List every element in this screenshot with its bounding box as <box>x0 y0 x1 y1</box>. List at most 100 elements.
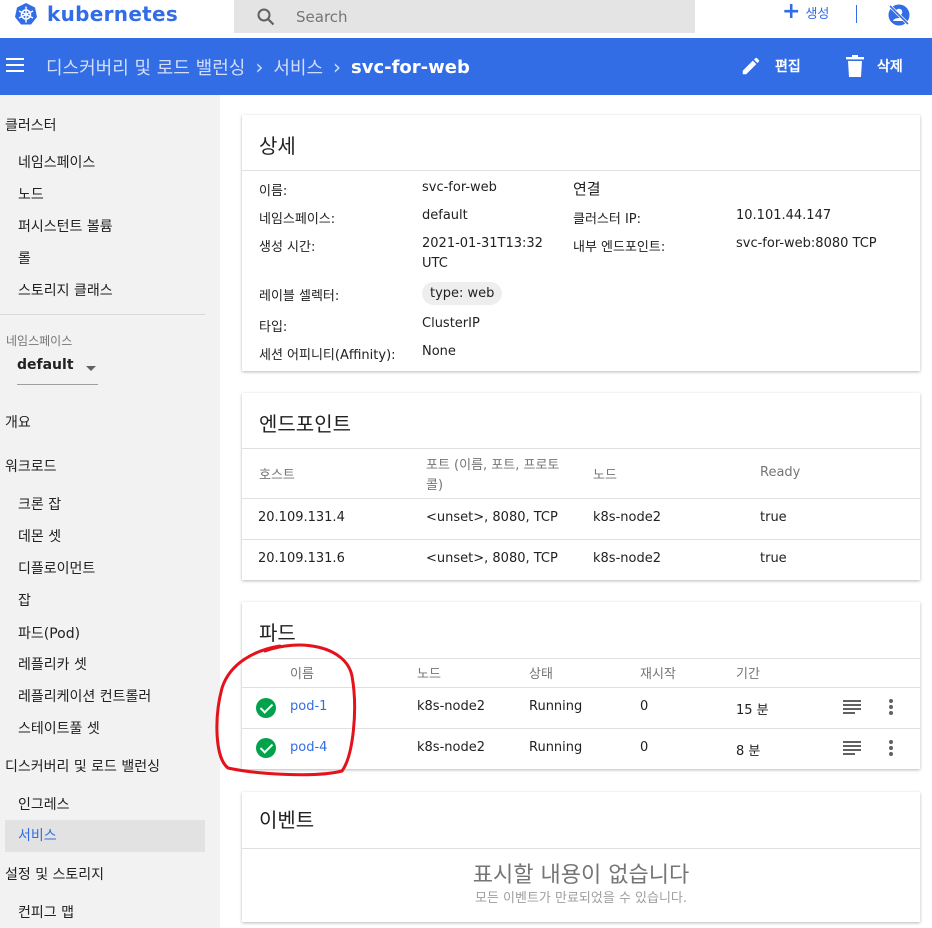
sidebar-item-nodes[interactable]: 노드 <box>18 184 44 204</box>
type-value: ClusterIP <box>422 316 480 331</box>
selector-chip: type: web <box>422 282 503 305</box>
divider <box>242 448 920 449</box>
sidebar-divider <box>0 314 205 315</box>
divider <box>242 728 920 729</box>
endpoint-host: 20.109.131.4 <box>258 510 345 525</box>
col-restarts[interactable]: 재시작 <box>640 663 676 682</box>
divider <box>242 539 920 540</box>
divider <box>242 658 920 659</box>
sidebar-item-replicasets[interactable]: 레플리카 셋 <box>18 654 87 674</box>
sidebar-item-deployments[interactable]: 디플로이먼트 <box>18 558 95 578</box>
internal-endpoint-value: svc-for-web:8080 TCP <box>736 236 877 251</box>
events-card: 이벤트 표시할 내용이 없습니다 모든 이벤트가 만료되었을 수 있습니다. <box>242 792 920 922</box>
pod-name-link[interactable]: pod-1 <box>290 699 327 714</box>
trash-icon <box>846 55 864 77</box>
events-title: 이벤트 <box>259 808 315 832</box>
helm-wheel-icon <box>15 3 37 25</box>
search-bar <box>234 0 695 33</box>
pod-node: k8s-node2 <box>417 740 485 755</box>
kubernetes-logo[interactable]: kubernetes <box>14 2 178 26</box>
sidebar-item-configmaps[interactable]: 컨피그 맵 <box>18 902 74 922</box>
affinity-label: 세션 어피니티(Affinity): <box>259 348 396 363</box>
breadcrumb: 디스커버리 및 로드 밸런싱 › 서비스 › svc-for-web <box>46 54 470 80</box>
edit-label: 편집 <box>775 59 801 75</box>
namespace-label: 네임스페이스: <box>259 212 336 227</box>
sidebar-item-services-label: 서비스 <box>18 828 57 844</box>
namespace-label: 네임스페이스 <box>6 334 73 348</box>
sidebar-item-jobs[interactable]: 잡 <box>18 590 31 610</box>
col-age[interactable]: 기간 <box>736 663 760 682</box>
divider <box>242 498 920 499</box>
account-icon[interactable] <box>887 3 911 27</box>
sidebar-section-cluster[interactable]: 클러스터 <box>5 115 57 135</box>
sidebar-item-namespaces[interactable]: 네임스페이스 <box>18 152 95 172</box>
endpoint-node: k8s-node2 <box>593 551 661 566</box>
col-status[interactable]: 상태 <box>529 663 553 682</box>
edit-button[interactable]: 편집 <box>740 55 801 77</box>
sidebar-item-services[interactable]: 서비스 <box>5 820 205 852</box>
sidebar-item-roles[interactable]: 롤 <box>18 248 31 268</box>
topbar-divider <box>856 5 857 23</box>
pencil-icon <box>742 57 760 75</box>
check-circle-icon <box>256 698 276 718</box>
name-value: svc-for-web <box>422 180 497 195</box>
delete-label: 삭제 <box>877 59 903 75</box>
breadcrumb-services[interactable]: 서비스 <box>273 54 323 80</box>
empty-state-subtitle: 모든 이벤트가 만료되었을 수 있습니다. <box>474 891 688 906</box>
sidebar-section-overview[interactable]: 개요 <box>5 412 31 432</box>
sidebar-item-statefulsets[interactable]: 스테이트풀 셋 <box>18 718 100 738</box>
plus-icon: + <box>782 0 801 24</box>
sidebar-section-discovery[interactable]: 디스커버리 및 로드 밸런싱 <box>5 756 160 776</box>
pod-status: Running <box>529 699 583 714</box>
selector-label: 레이블 셀렉터: <box>259 289 340 304</box>
col-name[interactable]: 이름 <box>290 663 314 682</box>
more-vert-icon[interactable] <box>888 739 894 757</box>
divider <box>242 848 920 849</box>
more-vert-icon[interactable] <box>888 698 894 716</box>
logs-icon[interactable] <box>843 741 861 755</box>
breadcrumb-discovery[interactable]: 디스커버리 및 로드 밸런싱 <box>46 54 245 80</box>
empty-state-title: 표시할 내용이 없습니다 <box>472 863 690 888</box>
logs-icon[interactable] <box>843 700 861 714</box>
chevron-right-icon: › <box>333 55 342 79</box>
divider <box>242 170 920 171</box>
endpoints-title: 엔드포인트 <box>259 412 351 436</box>
sidebar-item-pods[interactable]: 파드(Pod) <box>18 623 80 643</box>
sidebar-section-workloads[interactable]: 워크로드 <box>5 456 57 476</box>
top-bar: kubernetes + 생성 <box>0 0 932 38</box>
sidebar: 클러스터 네임스페이스 노드 퍼시스턴트 볼륨 롤 스토리지 클래스 네임스페이… <box>0 95 220 928</box>
sidebar-section-config[interactable]: 설정 및 스토리지 <box>5 864 104 884</box>
pod-name-link[interactable]: pod-4 <box>290 740 327 755</box>
create-button[interactable]: + 생성 <box>782 0 830 24</box>
details-card: 상세 이름: svc-for-web 네임스페이스: default 생성 시간… <box>242 115 920 371</box>
col-ports: 포트 (이름, 포트, 프로토 <box>426 458 560 473</box>
sidebar-item-replication-controllers[interactable]: 레플리케이션 컨트롤러 <box>18 686 151 706</box>
endpoint-node: k8s-node2 <box>593 510 661 525</box>
pod-age: 8 분 <box>736 744 761 759</box>
details-title: 상세 <box>259 134 296 158</box>
create-label: 생성 <box>805 6 830 22</box>
menu-icon[interactable] <box>6 58 24 72</box>
created-value: 2021-01-31T13:32 <box>422 236 543 251</box>
cluster-ip-value: 10.101.44.147 <box>736 208 832 223</box>
affinity-value: None <box>422 344 456 359</box>
sidebar-item-persistent-volumes[interactable]: 퍼시스턴트 볼륨 <box>18 216 113 236</box>
pods-card: 파드 이름 노드 상태 재시작 기간 pod-1 k8s-node2 Runni… <box>242 602 920 769</box>
endpoint-ports: <unset>, 8080, TCP <box>426 510 558 525</box>
namespace-select[interactable]: default <box>17 357 98 385</box>
endpoint-host: 20.109.131.6 <box>258 551 345 566</box>
logo-text: kubernetes <box>47 2 179 26</box>
type-label: 타입: <box>259 320 288 335</box>
divider <box>242 687 920 688</box>
delete-button[interactable]: 삭제 <box>846 55 903 77</box>
sidebar-item-ingresses[interactable]: 인그레스 <box>18 794 70 814</box>
sidebar-item-cronjobs[interactable]: 크론 잡 <box>18 494 61 514</box>
col-host: 호스트 <box>259 468 295 483</box>
dropdown-arrow-icon <box>86 366 96 371</box>
col-node[interactable]: 노드 <box>417 663 441 682</box>
sidebar-item-storage-classes[interactable]: 스토리지 클래스 <box>18 280 113 300</box>
sidebar-item-daemonsets[interactable]: 데몬 셋 <box>18 526 61 546</box>
search-input[interactable] <box>296 7 676 26</box>
name-label: 이름: <box>259 184 288 199</box>
connection-title: 연결 <box>573 180 601 198</box>
